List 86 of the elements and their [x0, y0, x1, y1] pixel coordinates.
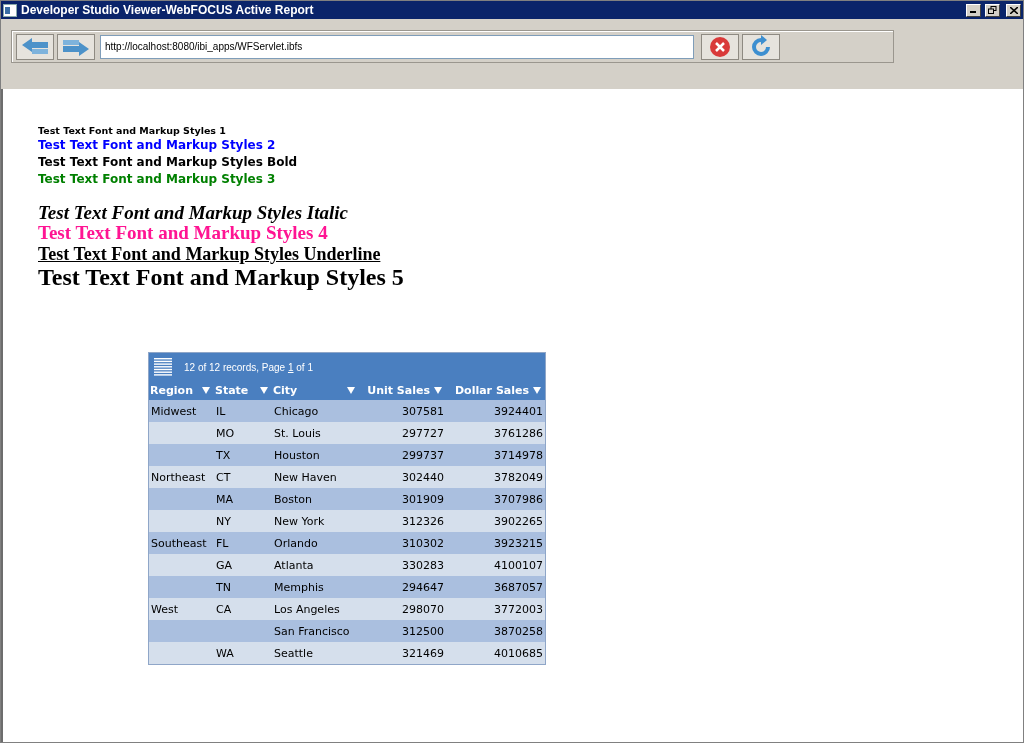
table-cell: Los Angeles	[274, 602, 340, 616]
table-cell: Atlanta	[274, 558, 314, 572]
styled-text-line: Test Text Font and Markup Styles 2	[38, 137, 276, 153]
table-cell: NY	[216, 514, 231, 528]
table-cell: GA	[216, 558, 233, 572]
styled-text-line: Test Text Font and Markup Styles 5	[38, 265, 404, 289]
table-cell: 3687057	[494, 580, 543, 594]
table-cell: Seattle	[274, 646, 313, 660]
table-cell: 3707986	[494, 492, 543, 506]
table-cell: 3782049	[494, 470, 543, 484]
table-cell: MO	[216, 426, 235, 440]
table-cell: 299737	[402, 448, 444, 462]
table-cell: Chicago	[274, 404, 319, 418]
stop-icon	[709, 35, 731, 58]
table-cell: 312326	[402, 514, 444, 528]
styled-text-line: Test Text Font and Markup Styles Bold	[38, 154, 298, 170]
table-cell: Northeast	[151, 470, 206, 484]
table-cell: 3772003	[494, 602, 543, 616]
table-cell: 321469	[402, 646, 444, 660]
table-cell: St. Louis	[274, 426, 321, 440]
table-cell: Houston	[274, 448, 320, 462]
table-cell: 4010685	[494, 646, 543, 660]
sort-caret-icon	[533, 387, 541, 394]
table-cell: 301909	[402, 492, 444, 506]
sort-caret-icon	[260, 387, 268, 394]
styled-text-line: Test Text Font and Markup Styles Italic	[38, 203, 349, 223]
table-cell: 298070	[402, 602, 444, 616]
app-icon	[3, 3, 17, 17]
table-cell: Memphis	[274, 580, 324, 594]
minimize-button[interactable]	[966, 3, 981, 17]
table-cell: MA	[216, 492, 233, 506]
column-header[interactable]: State	[214, 381, 272, 400]
table-cell: CA	[216, 602, 232, 616]
table-cell: FL	[216, 536, 229, 550]
sort-caret-icon	[434, 387, 442, 394]
table-cell: 3924401	[494, 404, 543, 418]
table-cell: 310302	[402, 536, 444, 550]
table-cell: San Francisco	[274, 624, 350, 638]
refresh-button[interactable]	[742, 33, 780, 60]
table-cell: 3902265	[494, 514, 543, 528]
column-header[interactable]: Dollar Sales	[446, 381, 545, 400]
column-header[interactable]: City	[272, 381, 359, 400]
back-arrow-icon	[20, 36, 50, 57]
table-cell: 302440	[402, 470, 444, 484]
table-cell: Midwest	[151, 404, 197, 418]
table-cell: 307581	[402, 404, 444, 418]
styled-text-line: Test Text Font and Markup Styles 3	[38, 171, 276, 187]
sort-caret-icon	[202, 387, 210, 394]
table-cell: Southeast	[151, 536, 207, 550]
table-cell: CT	[216, 470, 231, 484]
pager-info: 12 of 12 records, Page 1 of 1	[184, 361, 313, 373]
table-cell: 3761286	[494, 426, 543, 440]
styled-text-line: Test Text Font and Markup Styles 1	[38, 125, 226, 137]
table-cell: 294647	[402, 580, 444, 594]
styled-text-line: Test Text Font and Markup Styles Underline	[38, 243, 381, 265]
table-cell: 3923215	[494, 536, 543, 550]
page-link[interactable]: 1	[287, 361, 294, 373]
table-cell: 312500	[402, 624, 444, 638]
table-cell: Orlando	[274, 536, 318, 550]
table-cell: New Haven	[274, 470, 337, 484]
column-header[interactable]: Unit Sales	[359, 381, 446, 400]
table-cell: West	[151, 602, 179, 616]
table-cell: New York	[274, 514, 325, 528]
restore-button[interactable]	[985, 3, 1000, 17]
menu-icon[interactable]	[154, 357, 172, 377]
stop-button[interactable]	[701, 33, 739, 60]
table-cell: TN	[216, 580, 231, 594]
styled-text-line: Test Text Font and Markup Styles 4	[38, 223, 328, 243]
window-title: Developer Studio Viewer-WebFOCUS Active Report	[21, 3, 315, 17]
table-cell: Boston	[274, 492, 313, 506]
restore-icon	[988, 6, 997, 14]
table-cell: 3870258	[494, 624, 543, 638]
table-cell: 4100107	[494, 558, 543, 572]
table-cell: TX	[216, 448, 231, 462]
table-cell: 3714978	[494, 448, 543, 462]
close-button[interactable]	[1006, 3, 1021, 17]
column-header[interactable]: Region	[149, 381, 214, 400]
table-cell: 330283	[402, 558, 444, 572]
address-field[interactable]: http://localhost:8080/ibi_apps/WFServlet.ibfs	[100, 34, 694, 59]
table-cell: WA	[216, 646, 234, 660]
forward-button[interactable]	[57, 33, 95, 60]
close-icon	[1009, 6, 1018, 14]
back-button[interactable]	[16, 33, 54, 60]
table-cell: 297727	[402, 426, 444, 440]
sort-caret-icon	[347, 387, 355, 394]
table-cell: IL	[216, 404, 226, 418]
